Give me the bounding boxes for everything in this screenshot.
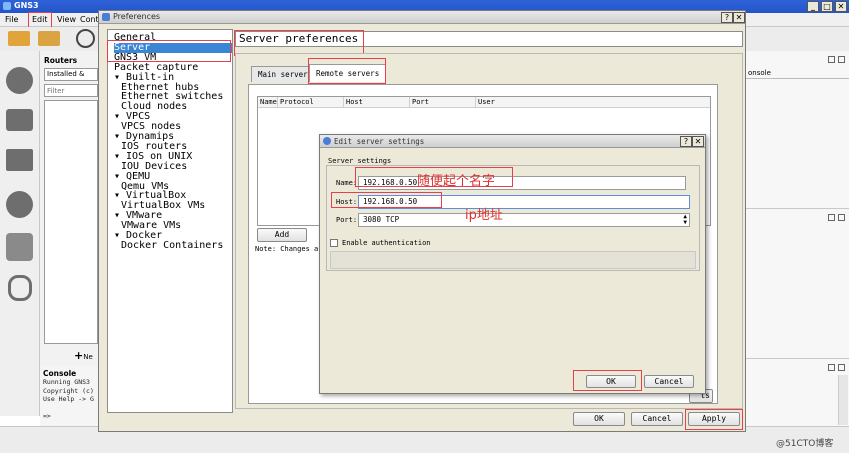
port-spinbox-value: 3080 TCP xyxy=(363,215,400,224)
console-line: Copyright (c) xyxy=(43,386,94,395)
minimize-button[interactable]: _ xyxy=(807,1,819,12)
column-protocol[interactable]: Protocol xyxy=(278,97,344,108)
name-annotation: 随便起个名字 xyxy=(417,174,496,189)
open-project-icon[interactable] xyxy=(38,31,60,46)
right-dock3-float-icon[interactable] xyxy=(828,364,835,371)
right-dock2-float-icon[interactable] xyxy=(828,214,835,221)
edit-server-cancel-label: Cancel xyxy=(654,377,684,386)
right-dock-middle xyxy=(745,208,849,358)
security-devices-icon[interactable] xyxy=(6,191,33,218)
menu-file[interactable]: File xyxy=(5,14,18,26)
spin-arrows-icon[interactable]: ▲ ▼ xyxy=(683,214,687,226)
host-annotation: ip地址 xyxy=(465,208,503,223)
host-field-highlight xyxy=(331,192,442,208)
routers-icon[interactable] xyxy=(6,67,33,94)
console-output[interactable]: Running GNS3 Copyright (c) Use Help -> G… xyxy=(43,378,98,424)
tree-item[interactable]: Docker Containers xyxy=(121,240,223,251)
preferences-cancel-button[interactable]: Cancel xyxy=(631,412,683,426)
remote-tab-highlight xyxy=(308,58,386,84)
preferences-cancel-label: Cancel xyxy=(642,414,672,423)
column-host[interactable]: Host xyxy=(344,97,410,108)
apply-button-highlight xyxy=(685,409,743,430)
right-dock-top: onsole xyxy=(745,51,849,208)
servers-table-header: Name Protocol Host Port User xyxy=(258,97,710,108)
preferences-ok-label: OK xyxy=(594,414,604,423)
new-project-icon[interactable] xyxy=(8,31,30,46)
routers-dock-title: Routers xyxy=(44,56,78,65)
auth-checkbox[interactable] xyxy=(330,239,338,247)
preferences-ok-button[interactable]: OK xyxy=(573,412,625,426)
right-dock3-close-icon[interactable] xyxy=(838,364,845,371)
preferences-help-button[interactable]: ? xyxy=(721,12,733,23)
right-dock-divider xyxy=(746,78,849,79)
close-button[interactable]: ✕ xyxy=(835,1,847,12)
port-spinbox[interactable]: 3080 TCP ▲ ▼ xyxy=(358,213,690,227)
console-title: Console xyxy=(43,369,77,378)
right-dock-console-col: onsole xyxy=(748,69,771,77)
right-dock2-close-icon[interactable] xyxy=(838,214,845,221)
auth-checkbox-label: Enable authentication xyxy=(342,239,431,247)
right-dock-close-icon[interactable] xyxy=(838,56,845,63)
preferences-titlebar: Preferences ? ✕ xyxy=(99,11,745,24)
switches-icon[interactable] xyxy=(6,109,33,131)
edit-menu-highlight xyxy=(28,12,52,28)
maximize-button[interactable]: □ xyxy=(821,1,833,12)
routers-dock: Routers Installed & +Ne xyxy=(40,51,98,366)
app-icon xyxy=(3,2,11,10)
preferences-tree-items: General Server GNS3 VM Packet capture ▾ Buil… xyxy=(114,33,232,253)
menu-control[interactable]: Cont xyxy=(80,14,99,26)
end-devices-icon[interactable] xyxy=(6,149,33,171)
routers-list[interactable] xyxy=(44,100,98,344)
edit-server-close-button[interactable]: ✕ xyxy=(692,136,704,147)
right-dock-float-icon[interactable] xyxy=(828,56,835,63)
new-template-button[interactable]: +Ne xyxy=(74,349,93,362)
add-server-button[interactable]: Add xyxy=(257,228,307,242)
console-dock: Console Running GNS3 Copyright (c) Use H… xyxy=(40,366,98,426)
device-sidebar xyxy=(0,51,40,416)
right-dock-bottom xyxy=(745,358,849,426)
edit-server-cancel-button[interactable]: Cancel xyxy=(644,375,694,388)
installed-filter-value: Installed & xyxy=(47,70,85,78)
edit-server-help-button[interactable]: ? xyxy=(680,136,692,147)
toolbar-right-area xyxy=(746,27,849,51)
name-label: Name: xyxy=(336,179,358,187)
server-settings-group-label: Server settings xyxy=(328,157,392,165)
routers-filter-input[interactable] xyxy=(44,84,98,97)
auth-settings-box xyxy=(330,251,696,269)
column-port[interactable]: Port xyxy=(410,97,476,108)
ok-button-highlight xyxy=(573,370,642,391)
edit-server-app-icon xyxy=(323,137,331,145)
app-title: GNS3 xyxy=(14,1,39,10)
menu-view[interactable]: View xyxy=(57,14,76,26)
plus-icon: + xyxy=(74,349,84,362)
edit-server-titlebar: Edit server settings ? ✕ xyxy=(320,135,705,148)
changes-note: Note: Changes ar xyxy=(255,245,323,253)
column-user[interactable]: User xyxy=(476,97,710,108)
console-line: Use Help -> G xyxy=(43,395,94,403)
add-link-icon[interactable] xyxy=(8,275,32,301)
preferences-title: Preferences xyxy=(113,12,161,21)
console-line: => xyxy=(43,411,51,420)
edit-server-title: Edit server settings xyxy=(334,137,425,146)
column-name[interactable]: Name xyxy=(258,97,278,108)
add-server-label: Add xyxy=(274,230,290,239)
tab-main-server[interactable]: Main server xyxy=(251,66,315,82)
port-label: Port: xyxy=(336,216,358,224)
all-devices-icon[interactable] xyxy=(6,233,33,261)
new-template-label: Ne xyxy=(83,353,93,361)
server-item-highlight xyxy=(107,40,231,62)
clock-icon[interactable] xyxy=(76,29,95,48)
preferences-app-icon xyxy=(102,13,110,21)
preferences-close-button[interactable]: ✕ xyxy=(733,12,745,23)
watermark: @51CTO博客 xyxy=(776,439,834,449)
vertical-scrollbar[interactable] xyxy=(838,375,848,425)
installed-filter-combo[interactable]: Installed & xyxy=(44,68,98,81)
console-line: Running GNS3 xyxy=(43,378,90,386)
